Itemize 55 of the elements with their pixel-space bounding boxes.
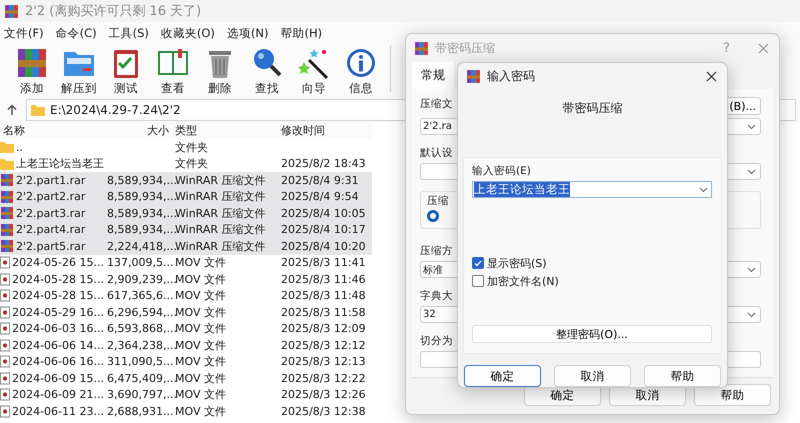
field-label: 默认设	[420, 146, 453, 160]
file-date: 2025/8/3 11:46	[280, 272, 367, 286]
file-date: 2025/8/2 18:43	[280, 157, 367, 170]
field-label: 字典大	[420, 289, 453, 303]
path-text: E:\2024\4.29-7.24\2'2	[50, 103, 181, 117]
file-name: ..	[16, 140, 23, 154]
file-type: 文件夹	[174, 156, 209, 172]
file-name: 上老王论坛当老王	[16, 156, 104, 172]
dialog-title: 带密码压缩	[435, 40, 496, 56]
field-label: 压缩文	[420, 97, 453, 111]
file-date: 2025/8/3 12:38	[280, 404, 367, 418]
file-type: 文件夹	[174, 140, 209, 155]
file-date: 2025/8/3 12:09	[280, 322, 367, 336]
file-date: 2025/8/3 12:12	[280, 338, 367, 352]
file-name: 2024-05-29 16...	[12, 306, 104, 319]
file-name: 2'2.part1.rar	[16, 174, 86, 187]
file-date: 2025/8/4 10:17	[280, 223, 367, 236]
file-date: 2025/8/4 10:05	[280, 206, 367, 220]
field-label: 切分为	[420, 334, 453, 348]
file-name: 2024-06-11 23...	[12, 404, 104, 418]
file-name: 2024-06-03 16...	[12, 322, 104, 336]
file-name: 2'2.part5.rar	[16, 240, 86, 253]
file-date: 2025/8/3 11:58	[280, 306, 367, 319]
file-type: MOV 文件	[174, 404, 227, 419]
file-date: 2025/8/3 11:48	[280, 289, 367, 302]
group-label: 压缩	[427, 194, 449, 208]
window-title: 2'2 (离购买许可只剩 16 天了)	[25, 3, 202, 20]
file-name: 2024-05-26 15...	[12, 256, 104, 270]
file-name: 2'2.part4.rar	[16, 223, 86, 236]
file-date: 2025/8/4 10:20	[280, 240, 367, 253]
field-label: 输入密码(E)	[472, 164, 531, 178]
file-size: 311,090,5...	[106, 355, 172, 368]
file-name: 2024-05-28 15...	[12, 289, 104, 302]
file-date: 2025/8/3 11:41	[280, 256, 367, 270]
file-date: 2025/8/3 12:26	[280, 388, 367, 402]
file-name: 2024-06-06 16...	[12, 355, 104, 368]
dialog-title: 输入密码	[487, 68, 536, 85]
file-name: 2024-06-06 14...	[12, 338, 104, 352]
file-type: MOV 文件	[174, 255, 227, 270]
file-size: 2,688,931...	[106, 404, 172, 418]
file-size: 137,009,5...	[106, 256, 172, 270]
file-date: 2025/8/4 9:31	[280, 174, 360, 187]
file-date: 2025/8/4 9:54	[280, 190, 360, 204]
file-name: 2024-06-09 21...	[12, 388, 104, 402]
file-date: 2025/8/3 12:13	[280, 355, 367, 368]
file-name: 2024-05-28 15...	[12, 272, 104, 286]
file-size: 617,365,6...	[106, 289, 172, 302]
file-type: MOV 文件	[174, 354, 227, 370]
file-date: 2025/8/3 12:22	[280, 372, 367, 385]
field-label: 压缩方	[420, 244, 453, 258]
file-name: 2024-06-09 15...	[12, 372, 104, 385]
dialog-heading: 带密码压缩	[562, 100, 622, 115]
file-name: 2'2.part2.rar	[16, 190, 86, 204]
file-name: 2'2.part3.rar	[16, 206, 86, 220]
file-type: MOV 文件	[174, 288, 227, 304]
